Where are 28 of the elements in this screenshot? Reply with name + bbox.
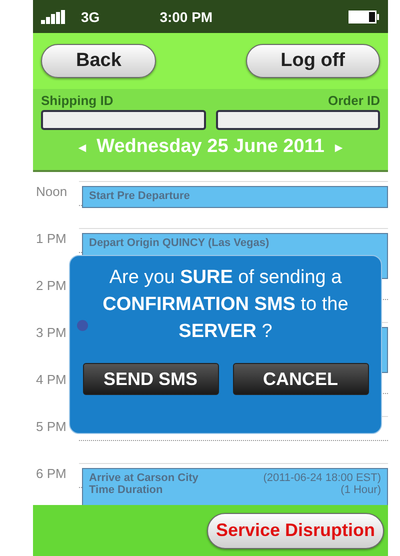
log-off-button[interactable]: Log off [246, 44, 380, 78]
status-time: 3:00 PM [160, 8, 214, 24]
event-text: Start Pre Departure [89, 190, 190, 202]
service-disruption-button[interactable]: Service Disruption [206, 512, 384, 548]
field-label: Order ID [328, 93, 380, 108]
hour-label: Noon [35, 183, 68, 199]
field-label: Shipping ID [41, 93, 114, 108]
event-time: (1 Hour) [340, 484, 381, 496]
hour-label: 5 PM [35, 418, 68, 434]
input-field[interactable] [41, 110, 206, 130]
signal-icon [41, 10, 67, 24]
input-field[interactable] [216, 110, 380, 130]
network-label: 3G [81, 8, 100, 24]
send-sms-button[interactable]: SEND SMS [82, 363, 218, 395]
back-button[interactable]: Back [41, 44, 156, 78]
hour-label: 3 PM [35, 324, 68, 340]
hour-label: 6 PM [35, 465, 68, 481]
event-text: Depart Origin QUINCY (Las Vegas) [89, 237, 270, 249]
cancel-button[interactable]: CANCEL [232, 363, 368, 395]
hour-label: 1 PM [35, 230, 68, 246]
hour-label: 4 PM [35, 371, 68, 387]
event-text: Time Duration [89, 484, 163, 496]
hour-label: 2 PM [35, 277, 68, 293]
event-text: Arrive at Carson City [89, 472, 198, 484]
event-time: (2011-06-24 18:00 EST) [263, 472, 381, 484]
battery-icon [348, 10, 380, 24]
date-label: Wednesday 25 June 2011 [96, 136, 324, 158]
dialog-message: Are you SURE of sending a CONFIRMATION SMS to the SERVER ? [102, 266, 350, 344]
